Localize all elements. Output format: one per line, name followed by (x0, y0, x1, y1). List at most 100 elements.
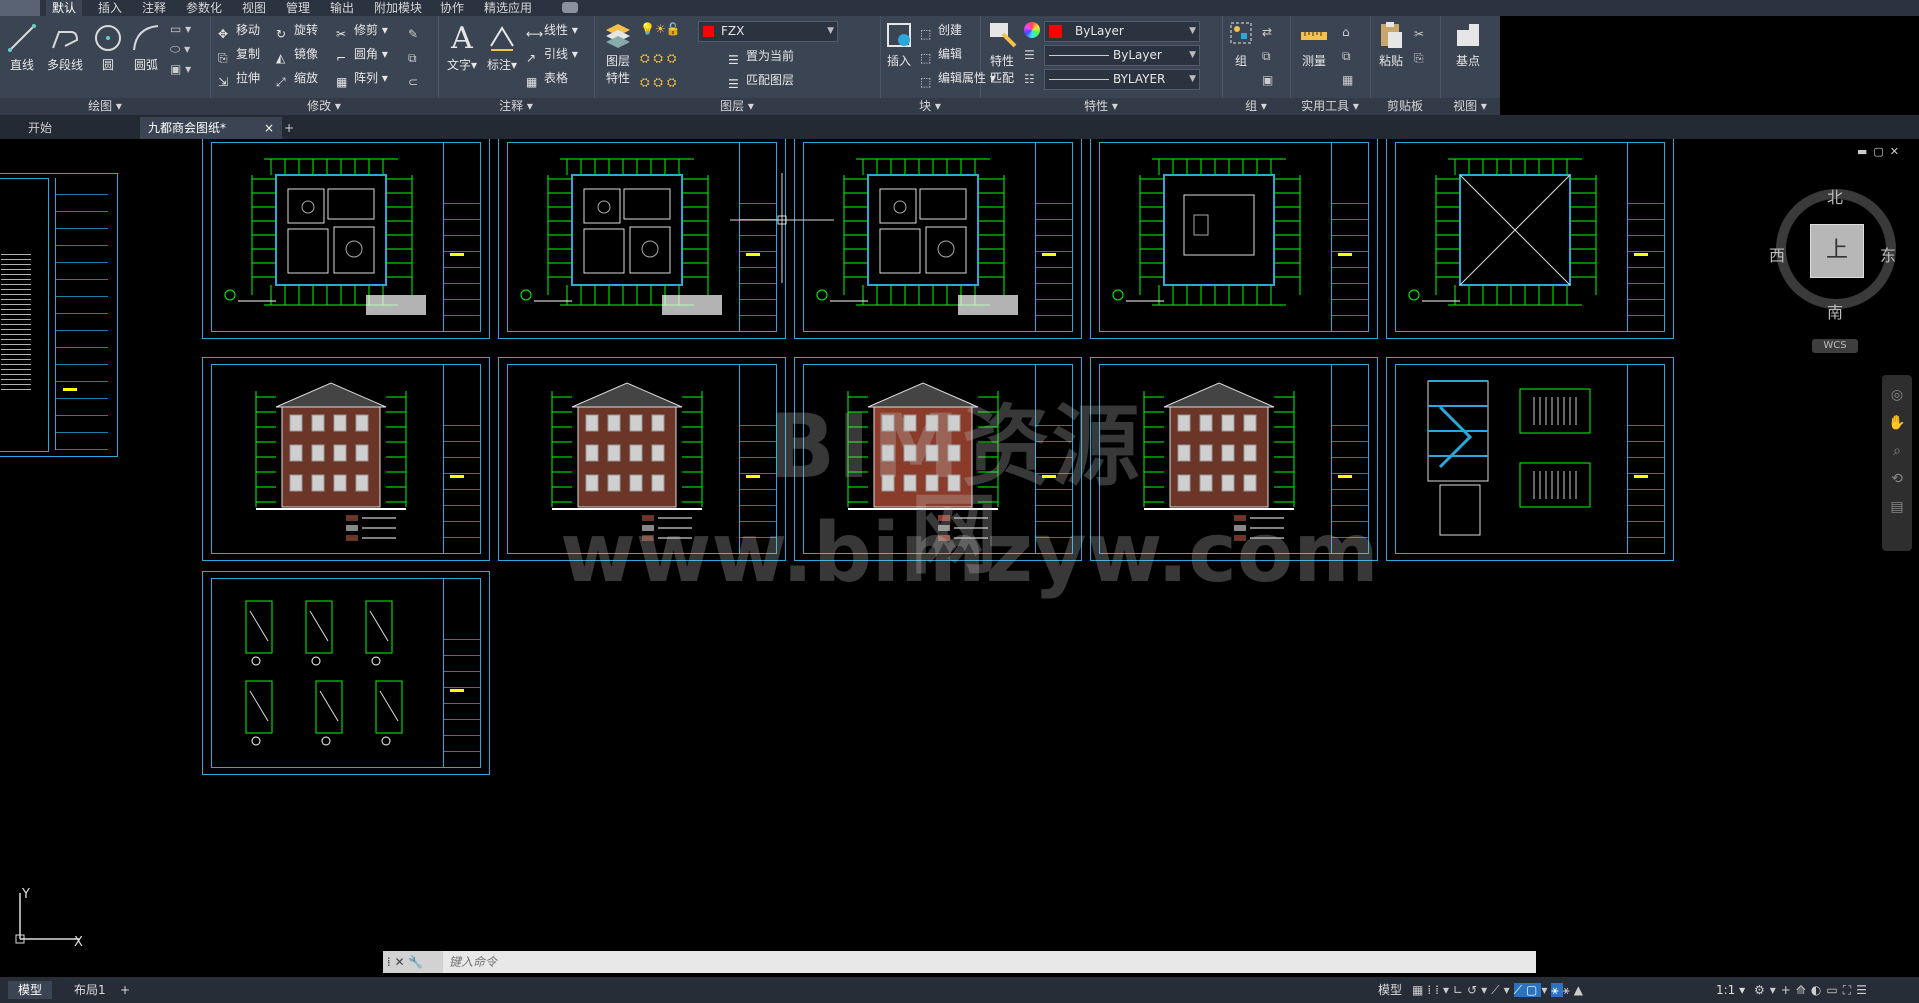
color-dropdown[interactable]: ByLayer ▼ (1044, 21, 1200, 42)
workspace-gear-icon[interactable]: ⚙ (1754, 983, 1770, 997)
command-line-tools[interactable]: ⁞ ✕ 🔧 ▭▾ (383, 951, 443, 991)
layer-tools-icons[interactable]: ⛭ ⛭ ⛭ ⛭ ⛭ ⛭ (640, 46, 704, 94)
scale-button[interactable]: ⤢ 缩放 (276, 68, 318, 89)
annotation-scale-icon[interactable]: ▲ (1574, 983, 1587, 997)
layer-properties-button[interactable]: 图层 特性 (598, 20, 638, 86)
panel-modify-title[interactable]: 修改 ▾ (210, 98, 438, 115)
drawing-sheet[interactable] (202, 357, 490, 561)
dimension-button[interactable]: 标注▾ (484, 20, 520, 73)
compass-east[interactable]: 东 (1880, 242, 1896, 266)
offset-icon[interactable]: ⊂ (408, 70, 430, 94)
new-tab-button[interactable]: + (276, 117, 302, 139)
app-menu-button[interactable] (0, 0, 40, 16)
tab-manage[interactable]: 管理 (286, 0, 310, 16)
panel-annotation-title[interactable]: 注释 ▾ (438, 98, 594, 115)
match-layer-button[interactable]: ☰ 匹配图层 (728, 70, 794, 91)
polar-icon[interactable]: ↺ (1467, 983, 1481, 997)
hardware-acceleration-icon[interactable]: ▭ (1826, 983, 1842, 997)
leader-button[interactable]: ↗ 引线 ▾ (526, 44, 578, 65)
rectangle-icon[interactable]: ▭ ▾ (170, 22, 204, 42)
annotation-monitor-icon[interactable]: + (1781, 983, 1796, 997)
polyline-button[interactable]: 多段线 (42, 22, 88, 73)
stretch-button[interactable]: ⇲ 拉伸 (218, 68, 260, 89)
tab-addins[interactable]: 附加模块 (374, 0, 422, 16)
annotation-visibility-icon[interactable]: ⚹ (1551, 983, 1563, 997)
panel-groups-title[interactable]: 组 ▾ (1222, 98, 1290, 115)
circle-button[interactable]: 圆 (90, 22, 126, 73)
linetype-dropdown[interactable]: ByLayer ▼ (1044, 45, 1200, 66)
wcs-menu[interactable]: WCS (1812, 339, 1858, 353)
boundary-icon[interactable]: ▣ ▾ (170, 62, 204, 82)
fillet-button[interactable]: ⌐ 圆角 ▾ (336, 44, 388, 65)
hatch-icon[interactable]: ⬭ ▾ (170, 42, 204, 62)
tab-start[interactable]: 开始 (20, 117, 60, 139)
edit-block-button[interactable]: ⬚ 编辑 (920, 44, 962, 65)
lineweight-dropdown[interactable]: BYLAYER ▼ (1044, 69, 1200, 90)
isolate-objects-icon[interactable]: ◐ (1811, 983, 1826, 997)
panel-utilities-title[interactable]: 实用工具 ▾ (1290, 98, 1370, 115)
layout1-tab[interactable]: 布局1 (66, 981, 114, 999)
ribbon-toggle-icon[interactable] (562, 2, 578, 13)
color-wheel-icon[interactable] (1024, 22, 1040, 38)
trim-button[interactable]: ✂ 修剪 ▾ (336, 20, 388, 41)
pan-icon[interactable]: ✋ (1882, 409, 1912, 437)
create-block-button[interactable]: ⬚ 创建 (920, 20, 962, 41)
text-button[interactable]: A 文字▾ (444, 20, 480, 73)
tab-drawing-file[interactable]: 九都商会图纸* × (140, 117, 282, 139)
rotate-button[interactable]: ↻ 旋转 (276, 20, 318, 41)
tab-insert[interactable]: 插入 (98, 0, 122, 16)
tab-home[interactable]: 默认 (46, 0, 83, 16)
paste-button[interactable]: 粘贴 (1374, 20, 1408, 69)
annotation-scale-dropdown[interactable]: 1:1 ▾ (1716, 981, 1745, 999)
line-button[interactable]: 直线 (4, 22, 40, 73)
grid-icon[interactable]: ▦ (1412, 983, 1427, 997)
tab-output[interactable]: 输出 (330, 0, 354, 16)
erase-icon[interactable]: ✎ (408, 22, 430, 46)
base-point-button[interactable]: 基点 (1448, 20, 1488, 69)
panel-view-title[interactable]: 视图 ▾ (1440, 98, 1500, 115)
mirror-button[interactable]: ◭ 镜像 (276, 44, 318, 65)
object-snap-icon[interactable]: ▢ (1526, 983, 1542, 997)
clean-screen-icon[interactable]: ⛶ (1843, 983, 1856, 997)
measure-button[interactable]: 测量 (1294, 20, 1334, 69)
insert-block-button[interactable]: 插入 (882, 20, 916, 69)
match-properties-button[interactable]: 特性 匹配 (984, 20, 1020, 86)
set-current-button[interactable]: ☰ 置为当前 (728, 46, 794, 67)
clipboard-extra-icons[interactable]: ✂ ⎘ (1414, 22, 1424, 70)
drawing-sheet[interactable] (1386, 139, 1674, 339)
move-button[interactable]: ✥ 移动 (218, 20, 260, 41)
linear-dimension-button[interactable]: ⟷线性 ▾ (526, 20, 578, 41)
viewport-controls[interactable]: ▬▢✕ (1857, 145, 1905, 158)
customize-menu-icon[interactable]: ☰ (1856, 983, 1872, 997)
model-tab[interactable]: 模型 (8, 981, 53, 999)
panel-draw-title[interactable]: 绘图 ▾ (0, 98, 210, 115)
viewcube-top-face[interactable]: 上 (1810, 224, 1864, 278)
orbit-icon[interactable]: ⟲ (1882, 465, 1912, 493)
layer-state-icons[interactable]: 💡☀🔓 (640, 22, 702, 40)
add-layout-button[interactable]: + (120, 981, 130, 999)
compass-north[interactable]: 北 (1827, 184, 1843, 208)
model-space-toggle[interactable]: 模型 (1378, 981, 1402, 999)
group-tools-icons[interactable]: ⇄ ⧉ ▣ (1262, 20, 1273, 92)
explode-icon[interactable]: ⧉ (408, 46, 430, 70)
utilities-extra-icons[interactable]: ⌂ ⧉ ▦ (1342, 20, 1353, 92)
close-tab-icon[interactable]: × (264, 117, 274, 139)
tab-collaborate[interactable]: 协作 (440, 0, 464, 16)
snap-icon[interactable]: ⁞⁞ (1427, 983, 1443, 997)
tab-view[interactable]: 视图 (242, 0, 266, 16)
drawing-sheet[interactable] (794, 139, 1082, 339)
object-snap-tracking-icon[interactable]: ⟋ (1513, 983, 1527, 997)
tab-featured-apps[interactable]: 精选应用 (484, 0, 532, 16)
drawing-sheet[interactable] (1090, 139, 1378, 339)
copy-button[interactable]: ⎘ 复制 (218, 44, 260, 65)
tab-parametric[interactable]: 参数化 (186, 0, 222, 16)
steering-wheel-icon[interactable]: ◎ (1882, 381, 1912, 409)
panel-properties-title[interactable]: 特性 ▾ (980, 98, 1222, 115)
drawing-sheet[interactable] (202, 571, 490, 775)
auto-scale-icon[interactable]: ⚹ (1563, 983, 1574, 997)
compass-west[interactable]: 西 (1769, 242, 1785, 266)
layer-dropdown[interactable]: FZX ▼ (698, 21, 838, 42)
isodraft-icon[interactable]: ⟋ (1491, 983, 1503, 997)
array-button[interactable]: ▦ 阵列 ▾ (336, 68, 388, 89)
panel-layers-title[interactable]: 图层 ▾ (594, 98, 880, 115)
